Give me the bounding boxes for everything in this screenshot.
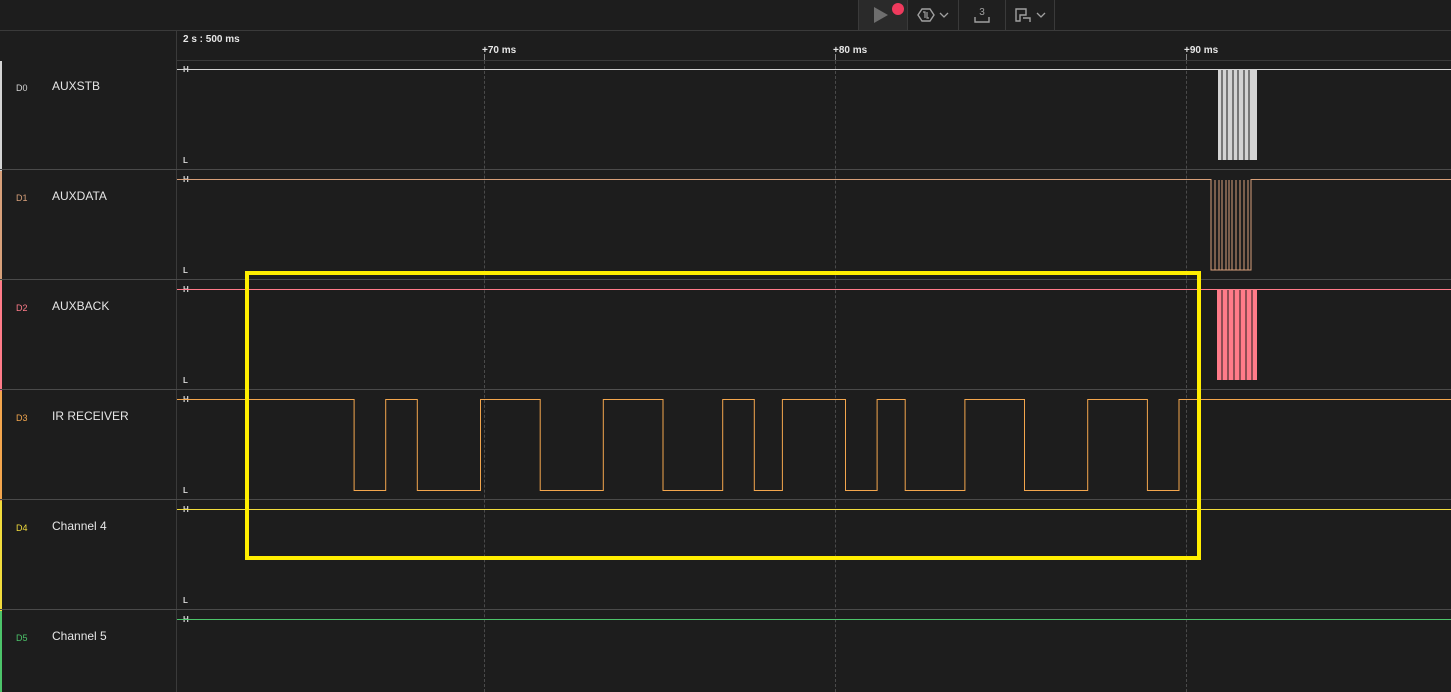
- waveform-area[interactable]: [0, 0, 1451, 692]
- waveform-d2: [177, 289, 1451, 380]
- waveform-d0: [177, 69, 1451, 160]
- waveform-d3: [177, 399, 1451, 491]
- waveform-d1: [177, 179, 1451, 271]
